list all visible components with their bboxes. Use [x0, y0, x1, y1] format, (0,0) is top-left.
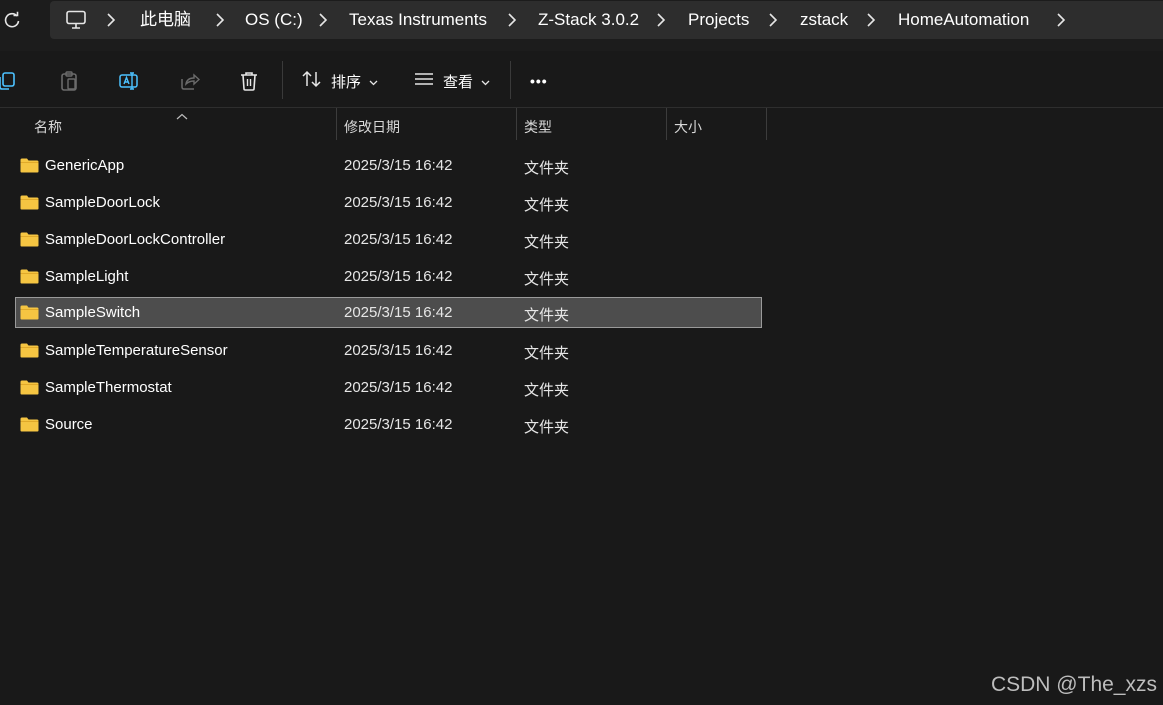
- file-row-selected[interactable]: SampleSwitch 2025/3/15 16:42 文件夹: [15, 297, 762, 328]
- column-header-type[interactable]: 类型: [524, 117, 552, 137]
- view-label: 查看: [443, 73, 474, 91]
- refresh-icon[interactable]: [2, 10, 22, 30]
- file-name: Source: [45, 416, 93, 433]
- folder-icon: [20, 305, 39, 320]
- watermark: CSDN @The_xzs: [990, 673, 1157, 696]
- copy-icon[interactable]: [0, 70, 18, 92]
- chevron-right-icon[interactable]: [768, 13, 778, 27]
- folder-icon: [20, 343, 39, 358]
- file-row[interactable]: GenericApp 2025/3/15 16:42 文件夹: [15, 150, 762, 181]
- chevron-right-icon[interactable]: [318, 13, 328, 27]
- file-type: 文件夹: [524, 160, 570, 177]
- file-modified: 2025/3/15 16:42: [344, 416, 453, 433]
- file-type: 文件夹: [524, 345, 570, 362]
- file-row[interactable]: Source 2025/3/15 16:42 文件夹: [15, 409, 762, 440]
- command-bar: 排序 查看 •••: [0, 51, 1163, 108]
- file-type: 文件夹: [524, 234, 570, 251]
- file-name: SampleDoorLock: [45, 194, 161, 211]
- file-name: GenericApp: [45, 157, 125, 174]
- file-row[interactable]: SampleDoorLockController 2025/3/15 16:42…: [15, 224, 762, 255]
- file-modified: 2025/3/15 16:42: [344, 342, 453, 359]
- file-modified: 2025/3/15 16:42: [344, 194, 453, 211]
- paste-icon[interactable]: [58, 70, 80, 92]
- chevron-down-icon: [481, 73, 490, 90]
- share-icon[interactable]: [178, 70, 201, 92]
- breadcrumb-homeautomation[interactable]: HomeAutomation: [898, 10, 1029, 30]
- file-row[interactable]: SampleLight 2025/3/15 16:42 文件夹: [15, 261, 762, 292]
- sort-button[interactable]: 排序: [301, 68, 378, 94]
- file-modified: 2025/3/15 16:42: [344, 157, 453, 174]
- chevron-right-icon[interactable]: [1056, 13, 1066, 27]
- column-header-size[interactable]: 大小: [674, 117, 702, 137]
- breadcrumb-this-pc[interactable]: 此电脑: [140, 10, 191, 30]
- folder-icon: [20, 158, 39, 173]
- rename-icon[interactable]: [118, 70, 140, 92]
- file-type: 文件夹: [524, 419, 570, 436]
- file-name: SampleSwitch: [45, 304, 141, 321]
- file-modified: 2025/3/15 16:42: [344, 304, 453, 321]
- file-name: SampleLight: [45, 268, 129, 285]
- sort-label: 排序: [331, 73, 362, 91]
- chevron-right-icon[interactable]: [106, 13, 116, 27]
- file-modified: 2025/3/15 16:42: [344, 268, 453, 285]
- file-name: SampleTemperatureSensor: [45, 342, 228, 359]
- view-list-icon: [413, 69, 435, 93]
- column-divider[interactable]: [766, 108, 767, 140]
- file-type: 文件夹: [524, 271, 570, 288]
- this-pc-icon[interactable]: [65, 10, 87, 30]
- chevron-right-icon[interactable]: [215, 13, 225, 27]
- file-type: 文件夹: [524, 197, 570, 214]
- file-modified: 2025/3/15 16:42: [344, 379, 453, 396]
- breadcrumb-os-c[interactable]: OS (C:): [245, 10, 303, 30]
- view-button[interactable]: 查看: [413, 68, 490, 94]
- breadcrumb-z-stack[interactable]: Z-Stack 3.0.2: [538, 10, 639, 30]
- folder-icon: [20, 380, 39, 395]
- delete-icon[interactable]: [238, 70, 260, 92]
- breadcrumb-projects[interactable]: Projects: [688, 10, 749, 30]
- address-area: 此电脑 OS (C:) Texas Instruments Z-Stack 3.…: [0, 0, 1163, 51]
- file-row[interactable]: SampleTemperatureSensor 2025/3/15 16:42 …: [15, 335, 762, 366]
- column-divider[interactable]: [516, 108, 517, 140]
- column-header-name[interactable]: 名称: [34, 117, 62, 137]
- chevron-right-icon[interactable]: [656, 13, 666, 27]
- file-modified: 2025/3/15 16:42: [344, 231, 453, 248]
- column-header-modified[interactable]: 修改日期: [344, 117, 400, 137]
- toolbar-divider: [510, 61, 511, 99]
- column-divider[interactable]: [336, 108, 337, 140]
- chevron-right-icon[interactable]: [866, 13, 876, 27]
- breadcrumb-zstack[interactable]: zstack: [800, 10, 848, 30]
- more-options-button[interactable]: •••: [530, 68, 548, 94]
- toolbar-divider: [282, 61, 283, 99]
- column-divider[interactable]: [666, 108, 667, 140]
- file-type: 文件夹: [524, 307, 570, 324]
- column-header: 名称 修改日期 类型 大小: [0, 108, 1163, 142]
- folder-icon: [20, 232, 39, 247]
- address-bar[interactable]: 此电脑 OS (C:) Texas Instruments Z-Stack 3.…: [50, 1, 1163, 39]
- file-name: SampleThermostat: [45, 379, 172, 396]
- chevron-down-icon: [369, 73, 378, 90]
- folder-icon: [20, 417, 39, 432]
- file-row[interactable]: SampleDoorLock 2025/3/15 16:42 文件夹: [15, 187, 762, 218]
- sort-icon: [301, 69, 323, 93]
- sort-ascending-icon: [176, 108, 188, 120]
- file-type: 文件夹: [524, 382, 570, 399]
- folder-icon: [20, 269, 39, 284]
- chevron-right-icon[interactable]: [507, 13, 517, 27]
- file-name: SampleDoorLockController: [45, 231, 226, 248]
- file-row[interactable]: SampleThermostat 2025/3/15 16:42 文件夹: [15, 372, 762, 403]
- breadcrumb-texas-instruments[interactable]: Texas Instruments: [349, 10, 487, 30]
- folder-icon: [20, 195, 39, 210]
